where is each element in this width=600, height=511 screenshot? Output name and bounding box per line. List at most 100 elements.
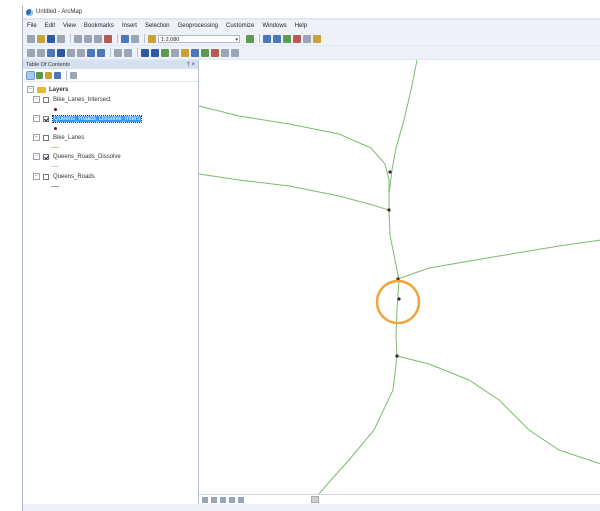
cut-icon[interactable] <box>74 34 82 43</box>
delete-icon[interactable] <box>104 34 112 43</box>
status-bar <box>23 504 600 511</box>
search-window-icon[interactable] <box>283 34 291 43</box>
layer-tree: − Layers − Bike_Lanes_Intersect − Queens… <box>23 82 198 187</box>
go-forward-icon[interactable] <box>97 48 105 57</box>
layer-visibility-checkbox[interactable] <box>43 115 49 122</box>
expand-icon[interactable]: − <box>33 153 40 160</box>
go-back-icon[interactable] <box>87 48 95 57</box>
find-icon[interactable] <box>191 48 199 57</box>
redo-icon[interactable] <box>131 34 139 43</box>
line-symbol-icon <box>51 147 59 148</box>
list-by-drawing-order-icon[interactable] <box>26 70 35 80</box>
layer-row-queens-roads-dissolve-intersect[interactable]: − Queens_Roads_Dissolve_Inters <box>33 114 143 123</box>
menu-windows[interactable]: Windows <box>262 23 286 29</box>
window-title: Untitled - ArcMap <box>36 9 83 15</box>
menu-geoprocessing[interactable]: Geoprocessing <box>178 23 218 29</box>
select-elements-icon[interactable] <box>141 48 149 57</box>
map-scale-select[interactable]: 1:2,080 ▾ <box>158 34 240 44</box>
collapse-icon[interactable]: − <box>27 86 34 93</box>
list-by-visibility-icon[interactable] <box>45 71 52 79</box>
measure-icon[interactable] <box>181 48 189 57</box>
road-segment <box>318 194 400 494</box>
expand-icon[interactable]: − <box>33 115 40 122</box>
toc-options-icon[interactable] <box>70 71 77 79</box>
time-slider-icon[interactable] <box>221 48 229 57</box>
clear-selection-icon[interactable] <box>124 48 132 57</box>
menu-view[interactable]: View <box>63 23 76 29</box>
menu-file[interactable]: File <box>27 23 37 29</box>
expand-icon[interactable]: − <box>33 173 40 180</box>
scroll-left-icon[interactable] <box>238 497 244 503</box>
python-window-icon[interactable] <box>303 34 311 43</box>
save-icon[interactable] <box>47 34 55 43</box>
print-icon[interactable] <box>57 34 65 43</box>
zoom-out-icon[interactable] <box>37 48 45 57</box>
layer-row-queens-roads[interactable]: − Queens_Roads <box>33 172 95 181</box>
list-by-selection-icon[interactable] <box>54 71 61 79</box>
layout-view-icon[interactable] <box>211 497 217 503</box>
toc-pin-close-controls[interactable]: † × <box>186 62 195 68</box>
find-route-icon[interactable] <box>201 48 209 57</box>
arctoolbox-icon[interactable] <box>293 34 301 43</box>
layer-visibility-checkbox[interactable] <box>43 153 49 160</box>
zoom-in-icon[interactable] <box>27 48 35 57</box>
html-popup-icon[interactable] <box>171 48 179 57</box>
map-canvas[interactable] <box>199 60 600 494</box>
add-data-icon[interactable] <box>148 34 156 43</box>
point-symbol-icon <box>54 108 57 111</box>
expand-icon[interactable]: − <box>33 134 40 141</box>
map-display[interactable] <box>199 60 600 494</box>
model-builder-icon[interactable] <box>313 34 321 43</box>
layers-group-label: Layers <box>49 86 69 93</box>
fixed-zoom-in-icon[interactable] <box>67 48 75 57</box>
layer-row-queens-roads-dissolve[interactable]: − Queens_Roads_Dissolve <box>33 152 121 161</box>
menu-insert[interactable]: Insert <box>122 23 137 29</box>
paste-icon[interactable] <box>94 34 102 43</box>
refresh-icon[interactable] <box>220 497 226 503</box>
intersection-point <box>387 208 391 212</box>
layer-label: Queens_Roads <box>53 173 95 180</box>
layer-row-bike-lanes[interactable]: − Bike_Lanes <box>33 133 84 142</box>
fixed-zoom-out-icon[interactable] <box>77 48 85 57</box>
title-bar: Untitled - ArcMap <box>23 6 600 18</box>
layer-visibility-checkbox[interactable] <box>43 96 49 103</box>
open-folder-icon[interactable] <box>37 34 45 43</box>
line-symbol-icon <box>51 166 59 167</box>
menu-selection[interactable]: Selection <box>145 23 170 29</box>
create-viewer-icon[interactable] <box>231 48 239 57</box>
copy-icon[interactable] <box>84 34 92 43</box>
data-view-icon[interactable] <box>202 497 208 503</box>
layers-folder-icon <box>37 86 46 93</box>
road-segment <box>396 355 600 465</box>
catalog-icon[interactable] <box>273 34 281 43</box>
pan-icon[interactable] <box>47 48 55 57</box>
expand-icon[interactable]: − <box>33 96 40 103</box>
layer-visibility-checkbox[interactable] <box>43 134 49 141</box>
menu-help[interactable]: Help <box>295 23 307 29</box>
menu-bookmarks[interactable]: Bookmarks <box>84 23 114 29</box>
horizontal-scroll-thumb[interactable] <box>311 496 319 503</box>
table-of-contents-icon[interactable] <box>263 34 271 43</box>
layers-group-row[interactable]: − Layers <box>27 85 68 94</box>
layer-label: Bike_Lanes_Intersect <box>53 96 111 103</box>
go-to-xy-icon[interactable] <box>211 48 219 57</box>
table-of-contents-panel: Table Of Contents † × − Layers − Bike_La… <box>23 60 199 511</box>
road-segment <box>199 173 390 211</box>
pause-drawing-icon[interactable] <box>229 497 235 503</box>
menu-edit[interactable]: Edit <box>45 23 55 29</box>
identify-icon[interactable] <box>151 48 159 57</box>
layer-visibility-checkbox[interactable] <box>43 173 49 180</box>
list-by-source-icon[interactable] <box>36 71 43 79</box>
editor-toolbar-icon[interactable] <box>246 34 254 43</box>
select-features-icon[interactable] <box>114 48 122 57</box>
chevron-down-icon[interactable]: ▾ <box>235 36 238 44</box>
new-document-icon[interactable] <box>27 34 35 43</box>
undo-icon[interactable] <box>121 34 129 43</box>
hyperlink-icon[interactable] <box>161 48 169 57</box>
toolbar-separator <box>144 34 145 43</box>
layer-row-bike-lanes-intersect[interactable]: − Bike_Lanes_Intersect <box>33 95 111 104</box>
full-extent-icon[interactable] <box>57 48 65 57</box>
arcmap-window: Untitled - ArcMap File Edit View Bookmar… <box>22 6 600 511</box>
menu-customize[interactable]: Customize <box>226 23 254 29</box>
toolbar-separator <box>137 48 138 57</box>
